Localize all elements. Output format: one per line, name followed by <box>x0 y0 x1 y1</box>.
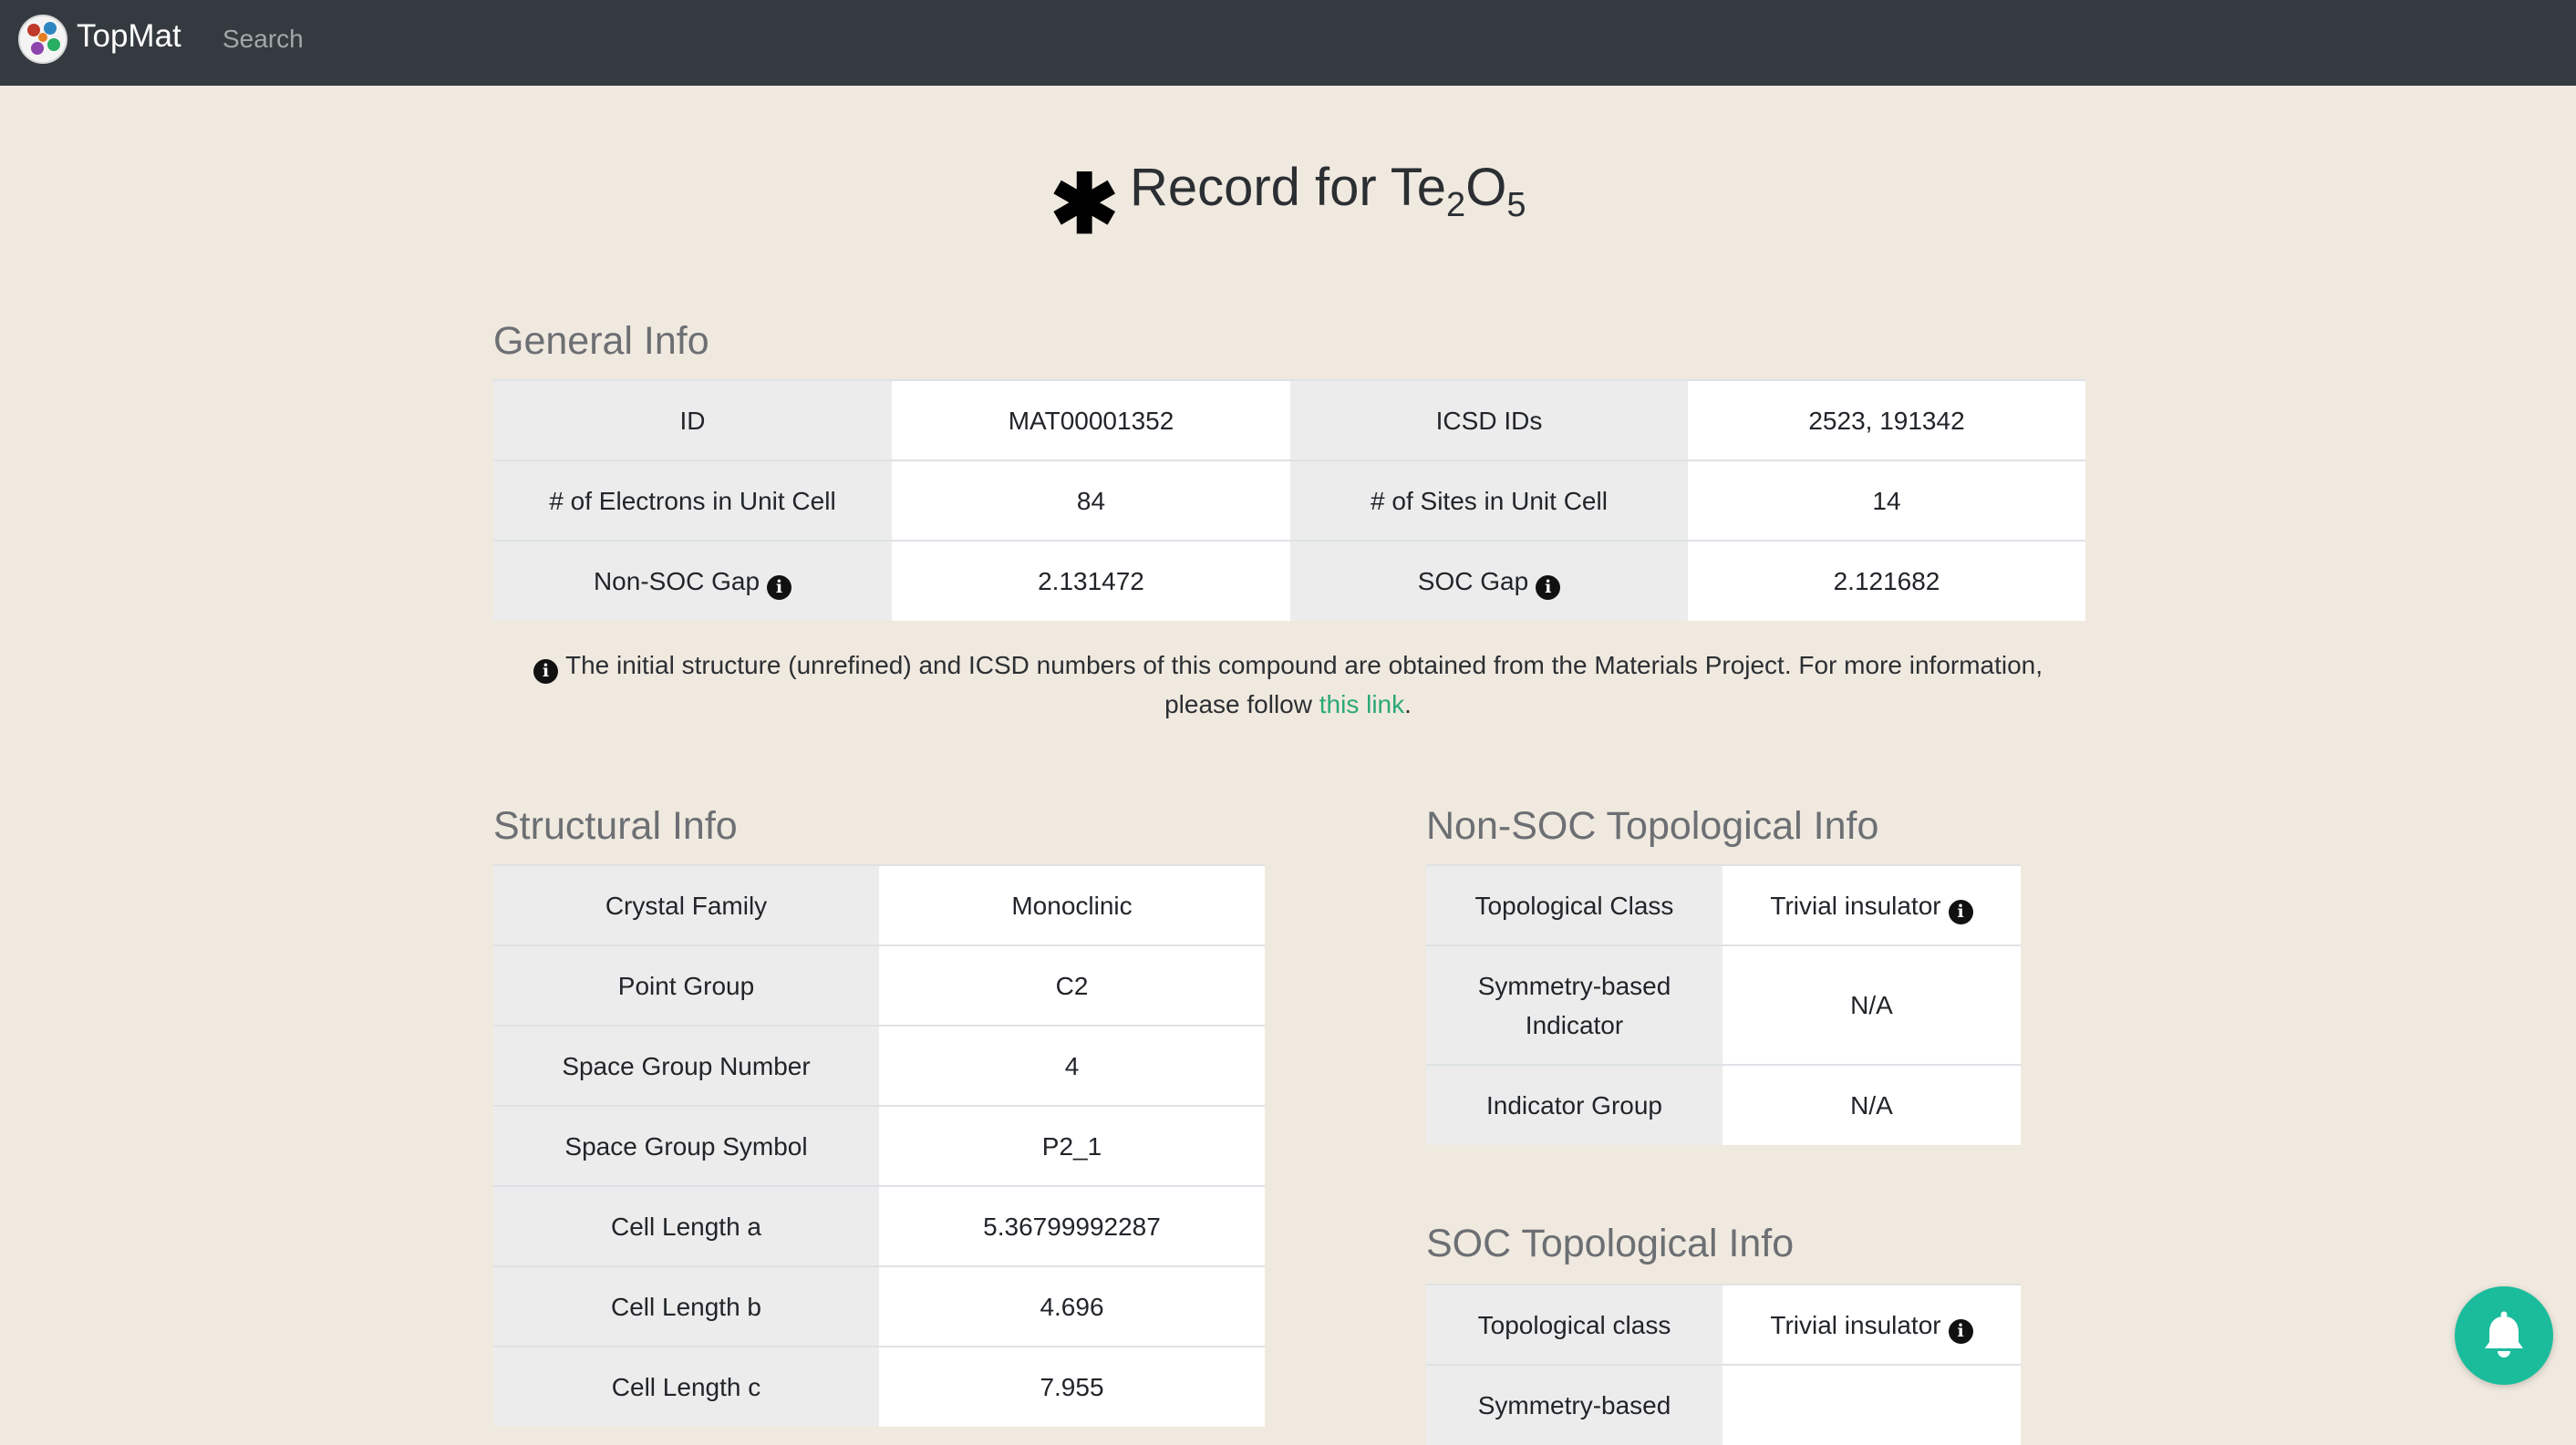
soc-topological-heading: SOC Topological Info <box>1426 1222 1795 1265</box>
table-row: Point Group C2 <box>493 944 1265 1026</box>
table-value: N/A <box>1723 1064 2021 1145</box>
nav-search-link[interactable]: Search <box>222 25 304 54</box>
title-mid: O <box>1465 158 1507 217</box>
table-value: 7.955 <box>879 1346 1265 1427</box>
table-value: 14 <box>1688 459 2085 541</box>
table-key-cell: SOC Gap i <box>1290 540 1688 621</box>
table-value: C2 <box>879 944 1265 1026</box>
table-key: Cell Length b <box>493 1265 879 1347</box>
table-key: Topological class <box>1426 1284 1723 1365</box>
soc-topological-table: Topological class Trivial insulator i Sym… <box>1426 1284 2021 1445</box>
title-prefix: Record for Te <box>1129 158 1447 217</box>
table-row: Indicator Group N/A <box>1426 1064 2021 1145</box>
general-info-table: ID MAT00001352 ICSD IDs 2523, 191342 # o… <box>493 379 2085 621</box>
table-row: Cell Length c 7.955 <box>493 1346 1265 1427</box>
table-key: # of Sites in Unit Cell <box>1290 459 1688 541</box>
structural-info-table: Crystal Family Monoclinic Point Group C2 S… <box>493 864 1265 1427</box>
general-info-heading: General Info <box>493 319 709 363</box>
note-end: . <box>1404 690 1412 718</box>
table-key: Space Group Symbol <box>493 1105 879 1186</box>
bell-icon <box>2485 1311 2523 1357</box>
table-key: Symmetry-based <box>1426 1364 1723 1445</box>
table-row: Symmetry-based <box>1426 1364 2021 1445</box>
table-value: 2.131472 <box>892 540 1290 621</box>
table-key: Non-SOC Gap <box>593 567 760 595</box>
top-navbar: TopMat Search <box>0 0 2576 86</box>
table-row: Non-SOC Gap i 2.131472 SOC Gap i 2.121682 <box>493 540 2085 621</box>
note-text: The initial structure (unrefined) and IC… <box>564 651 2043 718</box>
table-row: ID MAT00001352 ICSD IDs 2523, 191342 <box>493 379 2085 460</box>
table-value: 84 <box>892 459 1290 541</box>
info-icon: i <box>533 659 558 684</box>
notification-button[interactable] <box>2455 1286 2553 1385</box>
page-title: ✱ Record for Te2O5 <box>0 157 2576 253</box>
info-icon[interactable]: i <box>1536 575 1561 600</box>
source-note: i The initial structure (unrefined) and I… <box>492 645 2084 724</box>
nonsoc-topological-table: Topological Class Trivial insulator i Sym… <box>1426 864 2021 1145</box>
brand-link[interactable]: TopMat <box>77 18 181 55</box>
table-row: # of Electrons in Unit Cell 84 # of Site… <box>493 459 2085 541</box>
table-key: Space Group Number <box>493 1025 879 1106</box>
nonsoc-topological-heading: Non-SOC Topological Info <box>1426 804 1879 848</box>
table-value <box>1723 1364 2021 1445</box>
table-key-cell: Non-SOC Gap i <box>493 540 892 621</box>
table-row: Topological class Trivial insulator i <box>1426 1284 2021 1365</box>
table-key: # of Electrons in Unit Cell <box>493 459 892 541</box>
table-key: Cell Length c <box>493 1346 879 1427</box>
info-icon[interactable]: i <box>1948 1318 1973 1344</box>
asterisk-icon: ✱ <box>1050 160 1119 251</box>
table-key: Point Group <box>493 944 879 1026</box>
table-value: P2_1 <box>879 1105 1265 1186</box>
table-row: Symmetry-based Indicator N/A <box>1426 944 2021 1065</box>
table-key: Indicator Group <box>1426 1064 1723 1145</box>
table-value: 2.121682 <box>1688 540 2085 621</box>
table-row: Crystal Family Monoclinic <box>493 864 1265 945</box>
table-value: 2523, 191342 <box>1688 379 2085 460</box>
materials-project-link[interactable]: this link <box>1319 690 1404 718</box>
table-key: Crystal Family <box>493 864 879 945</box>
table-value: Monoclinic <box>879 864 1265 945</box>
table-key: Topological Class <box>1426 864 1723 945</box>
structural-info-heading: Structural Info <box>493 804 738 848</box>
table-value: 5.36799992287 <box>879 1185 1265 1266</box>
table-key: Symmetry-based Indicator <box>1426 944 1723 1065</box>
table-value: 4.696 <box>879 1265 1265 1347</box>
title-subscript-2: 5 <box>1506 186 1526 224</box>
table-row: Space Group Number 4 <box>493 1025 1265 1106</box>
table-row: Space Group Symbol P2_1 <box>493 1105 1265 1186</box>
table-value: Trivial insulator <box>1770 1310 1941 1339</box>
table-key: ICSD IDs <box>1290 379 1688 460</box>
info-icon[interactable]: i <box>1948 899 1973 924</box>
table-key: SOC Gap <box>1417 567 1529 595</box>
topmat-logo-icon[interactable] <box>18 15 67 64</box>
table-value: MAT00001352 <box>892 379 1290 460</box>
title-subscript-1: 2 <box>1446 186 1466 224</box>
table-value: Trivial insulator <box>1770 891 1941 920</box>
table-value: 4 <box>879 1025 1265 1106</box>
table-value-cell: Trivial insulator i <box>1723 1284 2021 1365</box>
table-key: Cell Length a <box>493 1185 879 1266</box>
table-row: Topological Class Trivial insulator i <box>1426 864 2021 945</box>
info-icon[interactable]: i <box>767 575 792 600</box>
table-row: Cell Length a 5.36799992287 <box>493 1185 1265 1266</box>
table-value: N/A <box>1723 944 2021 1065</box>
table-value-cell: Trivial insulator i <box>1723 864 2021 945</box>
table-key: ID <box>493 379 892 460</box>
table-row: Cell Length b 4.696 <box>493 1265 1265 1347</box>
